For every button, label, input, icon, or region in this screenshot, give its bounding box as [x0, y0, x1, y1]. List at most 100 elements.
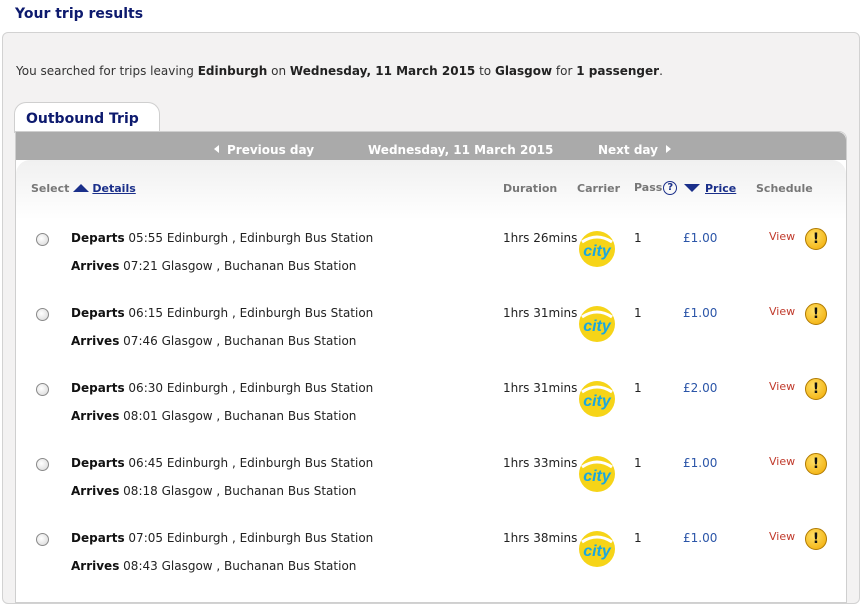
trip-price: £1.00: [683, 531, 718, 545]
price-sort-link[interactable]: Price: [705, 182, 736, 195]
warning-icon[interactable]: !: [805, 453, 827, 475]
trip-select-radio[interactable]: [36, 233, 49, 246]
table-row: Departs 06:45 Edinburgh , Edinburgh Bus …: [15, 447, 845, 522]
trip-duration: 1hrs 26mins: [503, 231, 578, 245]
trip-duration: 1hrs 33mins: [503, 456, 578, 470]
trip-select-radio[interactable]: [36, 308, 49, 321]
carrier-logo: city: [578, 380, 616, 418]
arrives-label: Arrives: [71, 484, 120, 498]
warning-icon[interactable]: !: [805, 528, 827, 550]
passenger-count: 1: [634, 231, 642, 245]
select-header-label: Select: [31, 182, 70, 195]
summary-on: on: [267, 64, 290, 78]
summary-to: to: [475, 64, 495, 78]
summary-for: for: [552, 64, 577, 78]
help-icon[interactable]: ?: [663, 181, 678, 195]
previous-day-link[interactable]: Previous day: [214, 143, 314, 157]
trip-price: £1.00: [683, 306, 718, 320]
view-schedule-link[interactable]: View: [769, 230, 795, 243]
passenger-count: 1: [634, 381, 642, 395]
warning-icon[interactable]: !: [805, 378, 827, 400]
arrival-time: 07:21: [123, 259, 158, 273]
departure-time: 06:30: [128, 381, 164, 395]
trip-select-radio[interactable]: [36, 383, 49, 396]
passenger-count: 1: [634, 456, 642, 470]
svg-text:city: city: [583, 243, 612, 260]
column-pass: Pass?: [634, 181, 678, 195]
column-select: Select Details: [31, 182, 136, 195]
trip-price: £1.00: [683, 456, 718, 470]
departure-info: Departs 06:45 Edinburgh , Edinburgh Bus …: [71, 456, 373, 470]
trip-duration: 1hrs 38mins: [503, 531, 578, 545]
previous-day-label: Previous day: [227, 143, 315, 157]
trip-select-radio[interactable]: [36, 533, 49, 546]
arrives-label: Arrives: [71, 334, 120, 348]
departure-time: 07:05: [128, 531, 164, 545]
arrow-left-icon: [214, 145, 219, 153]
departs-label: Departs: [71, 456, 125, 470]
pass-header-label: Pass: [634, 181, 663, 194]
arrives-label: Arrives: [71, 259, 120, 273]
departure-time: 06:15: [128, 306, 164, 320]
arrival-time: 08:01: [123, 409, 158, 423]
arrival-place: Glasgow , Buchanan Bus Station: [161, 259, 357, 273]
arrival-place: Glasgow , Buchanan Bus Station: [161, 409, 357, 423]
departs-label: Departs: [71, 531, 125, 545]
arrival-time: 08:18: [123, 484, 158, 498]
warning-icon[interactable]: !: [805, 303, 827, 325]
current-day-label: Wednesday, 11 March 2015: [368, 143, 554, 157]
departure-time: 05:55: [128, 231, 164, 245]
trip-price: £1.00: [683, 231, 718, 245]
next-day-label: Next day: [598, 143, 658, 157]
carrier-logo: city: [578, 305, 616, 343]
table-row: Departs 05:55 Edinburgh , Edinburgh Bus …: [15, 222, 845, 297]
passenger-count: 1: [634, 531, 642, 545]
trip-duration: 1hrs 31mins: [503, 381, 578, 395]
column-duration: Duration: [503, 182, 558, 195]
table-row: Departs 07:05 Edinburgh , Edinburgh Bus …: [15, 522, 845, 597]
arrival-place: Glasgow , Buchanan Bus Station: [161, 559, 357, 573]
departure-place: Edinburgh , Edinburgh Bus Station: [166, 306, 374, 320]
view-schedule-link[interactable]: View: [769, 455, 795, 468]
departure-info: Departs 06:30 Edinburgh , Edinburgh Bus …: [71, 381, 373, 395]
sort-ascending-icon[interactable]: [73, 184, 90, 192]
departs-label: Departs: [71, 381, 125, 395]
svg-text:city: city: [583, 318, 612, 335]
details-sort-link[interactable]: Details: [92, 182, 135, 195]
view-schedule-link[interactable]: View: [769, 380, 795, 393]
warning-icon[interactable]: !: [805, 228, 827, 250]
arrives-label: Arrives: [71, 559, 120, 573]
departure-info: Departs 05:55 Edinburgh , Edinburgh Bus …: [71, 231, 373, 245]
page-title: Your trip results: [15, 6, 144, 22]
departure-info: Departs 06:15 Edinburgh , Edinburgh Bus …: [71, 306, 373, 320]
departs-label: Departs: [71, 231, 125, 245]
arrival-info: Arrives 08:43 Glasgow , Buchanan Bus Sta…: [71, 559, 356, 573]
summary-passengers: 1 passenger: [576, 64, 660, 78]
summary-date: Wednesday, 11 March 2015: [289, 64, 476, 78]
departure-place: Edinburgh , Edinburgh Bus Station: [166, 231, 374, 245]
view-schedule-link[interactable]: View: [769, 305, 795, 318]
tab-outbound-label: Outbound Trip: [26, 111, 139, 127]
trip-duration: 1hrs 31mins: [503, 306, 578, 320]
search-summary: You searched for trips leaving Edinburgh…: [16, 64, 663, 78]
departure-place: Edinburgh , Edinburgh Bus Station: [166, 381, 374, 395]
svg-text:city: city: [583, 468, 612, 485]
sort-descending-icon[interactable]: [684, 184, 700, 192]
arrives-label: Arrives: [71, 409, 120, 423]
next-day-link[interactable]: Next day: [598, 143, 671, 157]
view-schedule-link[interactable]: View: [769, 530, 795, 543]
summary-destination: Glasgow: [494, 64, 553, 78]
arrival-info: Arrives 07:21 Glasgow , Buchanan Bus Sta…: [71, 259, 356, 273]
trip-select-radio[interactable]: [36, 458, 49, 471]
passenger-count: 1: [634, 306, 642, 320]
departure-place: Edinburgh , Edinburgh Bus Station: [166, 456, 374, 470]
tab-outbound-trip[interactable]: Outbound Trip: [14, 102, 160, 133]
table-row: Departs 06:30 Edinburgh , Edinburgh Bus …: [15, 372, 845, 447]
carrier-logo: city: [578, 230, 616, 268]
arrival-place: Glasgow , Buchanan Bus Station: [161, 334, 357, 348]
summary-prefix: You searched for trips leaving: [16, 64, 198, 78]
departure-time: 06:45: [128, 456, 164, 470]
carrier-logo: city: [578, 455, 616, 493]
arrival-info: Arrives 07:46 Glasgow , Buchanan Bus Sta…: [71, 334, 356, 348]
table-row: Departs 06:15 Edinburgh , Edinburgh Bus …: [15, 297, 845, 372]
